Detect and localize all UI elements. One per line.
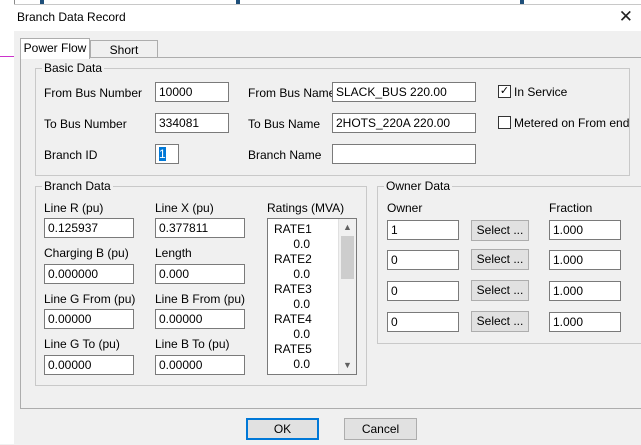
owner-data-label: Owner Data	[384, 179, 453, 193]
background-app-left	[0, 0, 15, 444]
branch-data-dialog: Branch Data Record ✕ Power Flow Short Ci…	[14, 4, 641, 445]
fraction-header: Fraction	[549, 201, 593, 215]
rating-name: RATE3	[274, 282, 312, 296]
fraction-field[interactable]: 1.000	[549, 220, 621, 240]
line-b-to-label: Line B To (pu)	[155, 337, 230, 351]
basic-data-label: Basic Data	[42, 61, 105, 75]
line-b-from-label: Line B From (pu)	[155, 292, 246, 306]
line-b-from-field[interactable]: 0.00000	[155, 309, 245, 329]
to-bus-name-field[interactable]: 2HOTS_220A 220.00	[332, 113, 476, 133]
to-bus-name-label: To Bus Name	[248, 117, 321, 131]
line-x-label: Line X (pu)	[155, 201, 214, 215]
rating-item[interactable]: RATE4 0.0	[274, 312, 314, 342]
rating-name: RATE4	[274, 312, 312, 326]
rating-value: 0.0	[293, 357, 310, 371]
from-bus-number-field[interactable]: 10000	[155, 82, 229, 102]
rating-value: 0.0	[293, 267, 310, 281]
line-g-from-label: Line G From (pu)	[44, 292, 136, 306]
select-owner-button[interactable]: Select ...	[471, 249, 529, 270]
length-field[interactable]: 0.000	[155, 264, 245, 284]
owner-field[interactable]: 0	[387, 281, 459, 301]
window-title: Branch Data Record	[17, 10, 126, 24]
rating-value: 0.0	[293, 297, 310, 311]
background-line	[0, 56, 14, 57]
branch-data-label: Branch Data	[42, 179, 113, 193]
rating-value: 0.0	[293, 237, 310, 251]
owner-field[interactable]: 1	[387, 220, 459, 240]
power-flow-pane: Basic Data From Bus Number 10000 To Bus …	[20, 57, 641, 409]
line-r-field[interactable]: 0.125937	[44, 218, 134, 238]
tab-power-flow[interactable]: Power Flow	[20, 38, 90, 59]
branch-id-field[interactable]: 1	[155, 144, 179, 164]
charging-b-field[interactable]: 0.000000	[44, 264, 134, 284]
checkmark-icon: ✓	[499, 85, 510, 97]
rating-item[interactable]: RATE3 0.0	[274, 282, 314, 312]
rating-name: RATE5	[274, 342, 312, 356]
metered-checkbox[interactable]	[498, 116, 511, 129]
owner-field[interactable]: 0	[387, 312, 459, 332]
fraction-field[interactable]: 1.000	[549, 281, 621, 301]
line-g-to-label: Line G To (pu)	[44, 337, 120, 351]
charging-b-label: Charging B (pu)	[44, 246, 129, 260]
line-x-field[interactable]: 0.377811	[155, 218, 245, 238]
owner-field[interactable]: 0	[387, 250, 459, 270]
ratings-label: Ratings (MVA)	[267, 201, 345, 215]
line-r-label: Line R (pu)	[44, 201, 104, 215]
select-owner-button[interactable]: Select ...	[471, 311, 529, 332]
select-owner-button[interactable]: Select ...	[471, 280, 529, 301]
from-bus-name-field[interactable]: SLACK_BUS 220.00	[332, 82, 476, 102]
cancel-button[interactable]: Cancel	[344, 418, 417, 440]
line-g-from-field[interactable]: 0.00000	[44, 309, 134, 329]
close-icon[interactable]: ✕	[619, 7, 633, 27]
fraction-field[interactable]: 1.000	[549, 250, 621, 270]
scroll-down-icon[interactable]: ▼	[339, 357, 356, 374]
rating-item[interactable]: RATE2 0.0	[274, 252, 314, 282]
in-service-label[interactable]: In Service	[514, 85, 567, 99]
fraction-field[interactable]: 1.000	[549, 312, 621, 332]
metered-label[interactable]: Metered on From end	[514, 116, 629, 130]
ok-button[interactable]: OK	[246, 418, 319, 440]
scrollbar-thumb[interactable]	[341, 236, 354, 279]
line-b-to-field[interactable]: 0.00000	[155, 355, 245, 375]
to-bus-number-field[interactable]: 334081	[155, 113, 229, 133]
branch-id-value: 1	[159, 147, 166, 161]
line-g-to-field[interactable]: 0.00000	[44, 355, 134, 375]
owner-header: Owner	[387, 201, 423, 215]
in-service-checkbox[interactable]: ✓	[498, 85, 511, 98]
to-bus-number-label: To Bus Number	[44, 117, 127, 131]
rating-item[interactable]: RATE1 0.0	[274, 222, 314, 252]
ratings-list[interactable]: RATE1 0.0 RATE2 0.0 RATE3 0.0 RATE4 0.0 RATE…	[267, 218, 357, 375]
from-bus-name-label: From Bus Name	[248, 86, 336, 100]
rating-value: 0.0	[293, 327, 310, 341]
branch-id-label: Branch ID	[44, 148, 98, 162]
rating-item[interactable]: RATE5 0.0	[274, 342, 314, 372]
from-bus-number-label: From Bus Number	[44, 86, 143, 100]
rating-name: RATE1	[274, 222, 312, 236]
ratings-scrollbar[interactable]: ▲ ▼	[338, 219, 356, 374]
select-owner-button[interactable]: Select ...	[471, 220, 529, 241]
rating-name: RATE2	[274, 252, 312, 266]
scroll-up-icon[interactable]: ▲	[339, 219, 356, 236]
length-label: Length	[155, 246, 192, 260]
title-bar[interactable]: Branch Data Record ✕	[14, 5, 641, 31]
branch-name-field[interactable]	[332, 144, 476, 164]
branch-name-label: Branch Name	[248, 148, 322, 162]
